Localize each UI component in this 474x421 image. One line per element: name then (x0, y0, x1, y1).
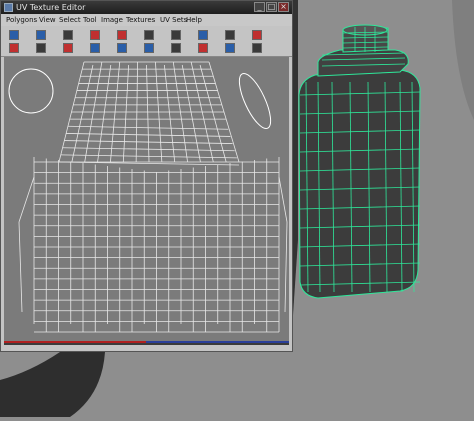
menu-uv-sets[interactable]: UV Sets (160, 14, 187, 26)
rotate-uv-icon[interactable] (9, 43, 19, 53)
maximize-button[interactable]: □ (266, 2, 277, 12)
uv-canvas-background (4, 57, 289, 341)
menu-help[interactable]: Help (186, 14, 202, 26)
app-icon (4, 3, 13, 12)
move-sew-icon[interactable] (117, 43, 127, 53)
layout-icon[interactable] (144, 30, 154, 40)
unfold-icon[interactable] (144, 43, 154, 53)
bottle-mesh[interactable] (298, 24, 421, 299)
dim-image-icon[interactable] (252, 43, 262, 53)
scale-uv-icon[interactable] (36, 30, 46, 40)
flip-u-icon[interactable] (36, 43, 46, 53)
uv-texture-editor-window[interactable]: UV Texture Editor _ □ × Polygons View Se… (0, 0, 293, 352)
v-range-indicator (146, 341, 289, 343)
menu-tool[interactable]: Tool (83, 14, 97, 26)
title-bar[interactable]: UV Texture Editor _ □ × (1, 1, 292, 14)
cut-uv-icon[interactable] (90, 43, 100, 53)
flip-v-icon[interactable] (63, 30, 73, 40)
background-sphere-edge (452, 0, 474, 120)
move-uv-icon[interactable] (9, 30, 19, 40)
display-image-icon[interactable] (225, 43, 235, 53)
menu-image[interactable]: Image (101, 14, 123, 26)
u-range-indicator (4, 341, 146, 343)
toolbar (1, 26, 292, 57)
menu-textures[interactable]: Textures (126, 14, 155, 26)
checker-icon[interactable] (225, 30, 235, 40)
close-button[interactable]: × (278, 2, 289, 12)
menu-select[interactable]: Select (59, 14, 81, 26)
menu-bar: Polygons View Select Tool Image Textures… (1, 14, 292, 26)
grid-icon[interactable] (198, 30, 208, 40)
relax-icon[interactable] (171, 30, 181, 40)
background-cylinder-base (0, 352, 105, 417)
window-title: UV Texture Editor (16, 3, 86, 12)
sew-uv-icon[interactable] (117, 30, 127, 40)
rotate-ccw-icon[interactable] (63, 43, 73, 53)
filter-icon[interactable] (252, 30, 262, 40)
uv-range-bar (4, 341, 289, 345)
align-icon[interactable] (171, 43, 181, 53)
snapshot-icon[interactable] (198, 43, 208, 53)
minimize-button[interactable]: _ (254, 2, 265, 12)
uv-editor-canvas[interactable] (4, 57, 289, 341)
rotate-cw-icon[interactable] (90, 30, 100, 40)
menu-polygons[interactable]: Polygons (6, 14, 37, 26)
menu-view[interactable]: View (39, 14, 56, 26)
